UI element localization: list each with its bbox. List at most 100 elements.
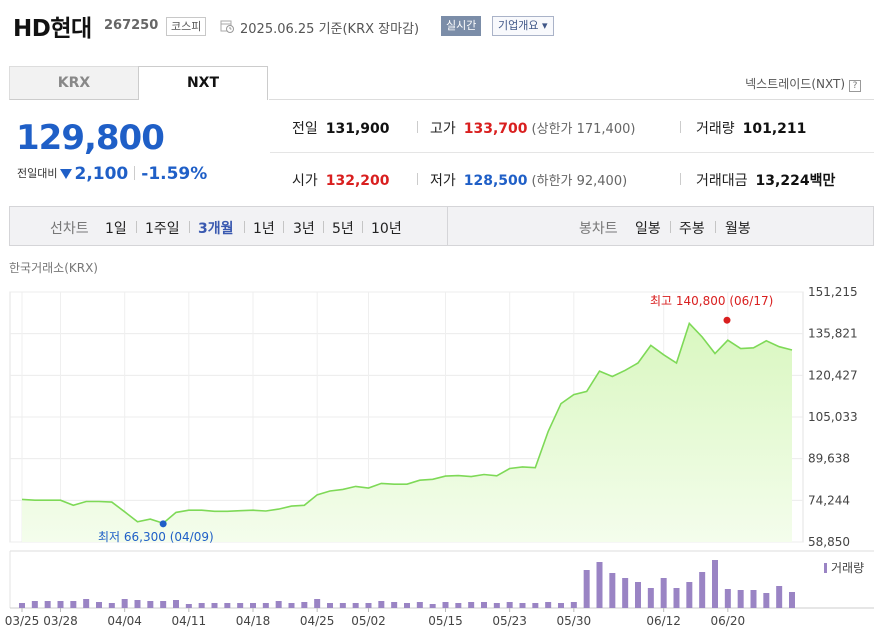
y-tick-label: 120,427 [808, 368, 858, 382]
x-tick-label: 04/25 [300, 614, 335, 628]
divider [323, 221, 324, 233]
divider [680, 121, 681, 133]
volume-bar [699, 572, 706, 608]
stock-code: 267250 [104, 18, 159, 33]
period-selector: 선차트 1일 1주일 3개월 1년 3년 5년 10년 봉차트 일봉 주봉 월봉 [9, 206, 874, 246]
y-tick-label: 58,850 [808, 535, 850, 549]
period-1y[interactable]: 1년 [253, 218, 275, 238]
divider [417, 173, 418, 185]
volume-bar [686, 582, 693, 608]
high-value: 133,700 [463, 121, 528, 137]
y-tick-label: 105,033 [808, 410, 858, 424]
volume-bar [429, 604, 436, 608]
stock-header: HD현대 267250 코스피 2025.06.25 기준(KRX 장마감) 실… [0, 0, 874, 50]
quote-date: 2025.06.25 기준(KRX 장마감) [240, 22, 420, 37]
x-tick-label: 05/23 [492, 614, 527, 628]
period-1d[interactable]: 1일 [105, 218, 127, 238]
low-value: 128,500 [463, 173, 528, 189]
low-label: 저가 [430, 173, 456, 189]
open-label: 시가 [292, 173, 318, 189]
lower-limit: (하한가 92,400) [531, 174, 628, 189]
divider [670, 221, 671, 233]
volume-legend-label: 거래량 [831, 561, 864, 575]
nxt-link[interactable]: 넥스트레이드(NXT) [745, 77, 845, 91]
down-triangle-icon [60, 169, 73, 179]
volume-bar [134, 600, 141, 608]
change-label: 전일대비 [17, 167, 58, 180]
candle-chart-label: 봉차트 [579, 221, 618, 237]
divider [283, 221, 284, 233]
volume-bar [96, 602, 102, 608]
period-3m[interactable]: 3개월 [198, 218, 234, 238]
min-marker [159, 520, 167, 528]
high-label: 고가 [430, 121, 456, 137]
candle-daily[interactable]: 일봉 [635, 218, 661, 238]
price-chart[interactable]: 151,215 135,821 120,427 105,033 89,638 74,244… [0, 280, 874, 640]
divider [134, 166, 136, 180]
divider [362, 221, 363, 233]
volume-bar [83, 599, 90, 608]
prev-close: 전일 131,900 [292, 118, 390, 138]
period-1w[interactable]: 1주일 [145, 218, 180, 238]
amount-label: 거래대금 [696, 173, 748, 189]
volume-bar [558, 603, 564, 608]
market-tabs: KRX NXT [9, 66, 269, 100]
help-icon[interactable]: ? [849, 80, 861, 92]
period-3y[interactable]: 3년 [293, 218, 315, 238]
volume-legend-swatch [824, 563, 827, 573]
change-amount: 2,100 [74, 164, 129, 184]
period-5y[interactable]: 5년 [332, 218, 354, 238]
x-tick-label: 03/25 [5, 614, 40, 628]
y-tick-label: 151,215 [808, 285, 858, 299]
volume-bar [339, 603, 346, 608]
open-price: 시가 132,200 [292, 170, 390, 190]
volume-bar [712, 560, 718, 608]
volume-bar [224, 603, 231, 608]
volume-bar [763, 593, 770, 608]
volume-bar [416, 602, 423, 608]
volume-bar [173, 600, 179, 608]
volume-bar [789, 592, 795, 608]
tab-krx[interactable]: KRX [9, 66, 139, 100]
stock-name: HD현대 [13, 16, 92, 42]
row-divider [270, 152, 874, 153]
min-label: 최저 66,300 (04/09) [98, 530, 214, 544]
amount-value: 13,224 [755, 173, 810, 189]
volume-bar [532, 603, 539, 608]
period-10y[interactable]: 10년 [371, 218, 402, 238]
nxt-info[interactable]: 넥스트레이드(NXT)? [745, 75, 861, 92]
price-change: 전일대비 2,100 -1.59% [17, 164, 207, 184]
volume-bar [596, 562, 603, 608]
x-tick-label: 04/11 [172, 614, 207, 628]
volume-bar [275, 601, 282, 608]
volume-bar [237, 603, 244, 608]
volume-bar [211, 603, 218, 608]
volume-bar [250, 603, 256, 608]
candle-weekly[interactable]: 주봉 [679, 218, 705, 238]
volume-bar [262, 603, 269, 608]
x-tick-label: 05/30 [557, 614, 592, 628]
realtime-button[interactable]: 실시간 [441, 16, 482, 36]
volume-bar [724, 589, 731, 608]
volume-bar [121, 599, 128, 608]
quote-summary: 전일 131,900 고가 133,700 (상한가 171,400) 거래량 101,… [270, 100, 874, 201]
volume-bar [635, 582, 641, 608]
x-tick-label: 03/28 [43, 614, 78, 628]
candle-monthly[interactable]: 월봉 [725, 218, 751, 238]
volume-bar [147, 601, 154, 608]
section-divider [447, 207, 448, 245]
prev-close-label: 전일 [292, 121, 318, 137]
corp-info-dropdown[interactable]: 기업개요 ▾ [492, 16, 554, 36]
max-label: 최고 140,800 (06/17) [650, 294, 773, 308]
volume-bar [19, 603, 25, 608]
volume-bar [365, 603, 372, 608]
tab-nxt[interactable]: NXT [138, 66, 268, 100]
prev-close-value: 131,900 [325, 121, 390, 137]
volume-bar [352, 603, 359, 608]
volume-bar [660, 578, 667, 608]
volume-bar [70, 601, 77, 608]
open-value: 132,200 [325, 173, 390, 189]
divider [189, 221, 190, 233]
volume-bar [673, 588, 680, 608]
volume-bar [288, 603, 295, 608]
